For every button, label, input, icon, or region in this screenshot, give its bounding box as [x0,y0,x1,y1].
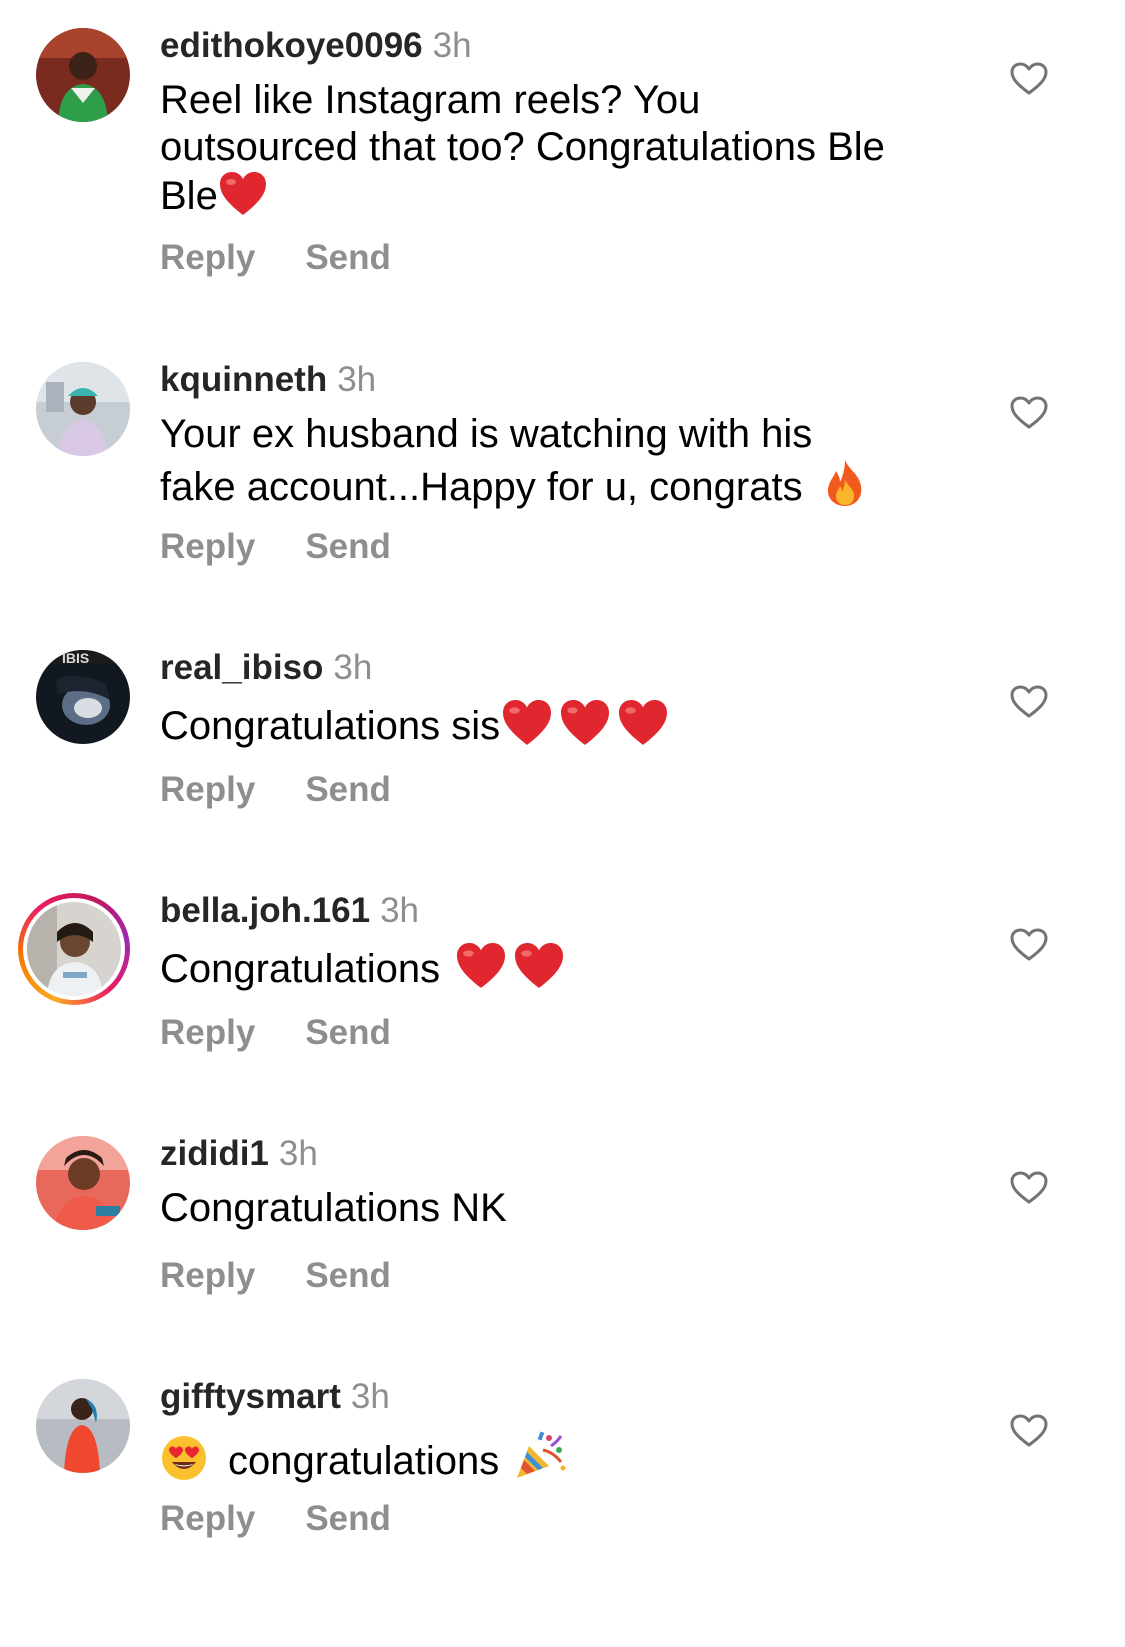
reply-button[interactable]: Reply [160,770,255,809]
username[interactable]: kquinneth [160,360,327,399]
comment-line: outsourced that too? Congratulations Ble [160,125,885,169]
comment-text: Reel like Instagram reels? You outsource… [160,77,980,228]
comment-text: Congratulations NK [160,1185,980,1232]
reply-button[interactable]: Reply [160,1499,255,1538]
reply-button[interactable]: Reply [160,1256,255,1295]
like-heart-icon[interactable] [1010,928,1048,962]
comment-line: Ble [160,174,218,218]
send-button[interactable]: Send [305,238,391,277]
send-button[interactable]: Send [305,1499,391,1538]
comment-text: Congratulations sis [160,699,980,758]
comment-meta: edithokoye0096 3h [160,26,472,66]
send-button[interactable]: Send [305,1013,391,1052]
avatar[interactable] [36,1379,130,1473]
comment-actions: Reply Send [160,238,441,278]
party-popper-icon [513,1428,567,1493]
comment-text: Your ex husband is watching with his fak… [160,411,980,519]
story-ring[interactable] [18,893,130,1005]
comment-meta: real_ibiso 3h [160,648,372,688]
red-heart-icon [512,942,566,1001]
username[interactable]: real_ibiso [160,648,323,687]
heart-eyes-emoji-icon [160,1434,208,1493]
avatar[interactable] [36,28,130,122]
timestamp: 3h [337,360,377,399]
red-heart-icon [218,171,268,228]
comment-actions: Reply Send [160,527,441,567]
avatar[interactable] [36,1136,130,1230]
like-heart-icon[interactable] [1010,685,1048,719]
comment-line: Congratulations [160,947,441,991]
timestamp: 3h [432,26,472,65]
comment-line: congratulations [228,1439,500,1483]
comment-meta: gifftysmart 3h [160,1377,390,1417]
reply-button[interactable]: Reply [160,527,255,566]
comment-line: Congratulations sis [160,704,501,748]
username[interactable]: edithokoye0096 [160,26,423,65]
comment-meta: bella.joh.161 3h [160,891,419,931]
comment-line: Your ex husband is watching with his [160,412,813,456]
username[interactable]: bella.joh.161 [160,891,370,930]
comment-actions: Reply Send [160,1256,441,1296]
avatar[interactable]: IBIS [36,650,130,744]
username[interactable]: zididi1 [160,1134,269,1173]
like-heart-icon[interactable] [1010,396,1048,430]
timestamp: 3h [278,1134,318,1173]
timestamp: 3h [333,648,373,687]
comment-actions: Reply Send [160,1013,441,1053]
send-button[interactable]: Send [305,1256,391,1295]
red-heart-icon [500,699,554,758]
avatar-logo-text: IBIS [62,650,89,666]
send-button[interactable]: Send [305,770,391,809]
like-heart-icon[interactable] [1010,62,1048,96]
avatar [27,902,121,996]
reply-button[interactable]: Reply [160,1013,255,1052]
like-heart-icon[interactable] [1010,1171,1048,1205]
timestamp: 3h [380,891,420,930]
fire-icon [823,458,867,519]
like-heart-icon[interactable] [1010,1414,1048,1448]
comment-line: Reel like Instagram reels? You [160,78,701,122]
red-heart-icon [558,699,612,758]
comment-actions: Reply Send [160,770,441,810]
comment-line: fake account...Happy for u, congrats [160,465,803,509]
avatar[interactable] [36,362,130,456]
username[interactable]: gifftysmart [160,1377,341,1416]
comment-line: Congratulations NK [160,1186,507,1230]
timestamp: 3h [350,1377,390,1416]
comment-meta: zididi1 3h [160,1134,318,1174]
red-heart-icon [454,942,508,1001]
comment-meta: kquinneth 3h [160,360,376,400]
comment-actions: Reply Send [160,1499,441,1539]
comment-text: Congratulations [160,942,980,1001]
comment-text: congratulations [160,1428,980,1493]
reply-button[interactable]: Reply [160,238,255,277]
send-button[interactable]: Send [305,527,391,566]
red-heart-icon [616,699,670,758]
